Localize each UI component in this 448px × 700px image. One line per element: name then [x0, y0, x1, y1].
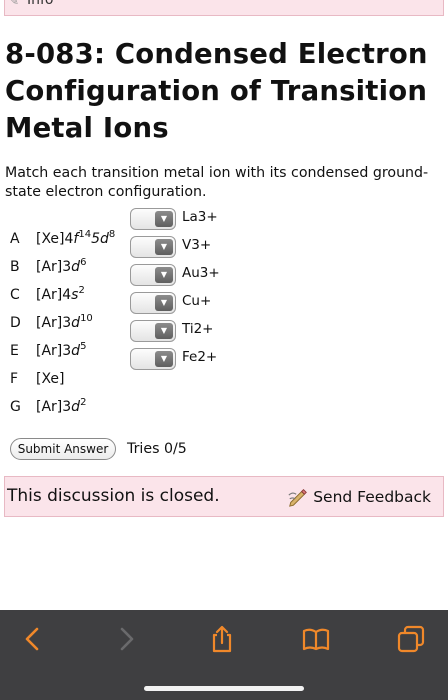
ion-match-row: ▼ Au3+: [130, 261, 310, 286]
ion-select-dropdown[interactable]: ▼: [130, 320, 176, 342]
dropdown-arrow-icon: ▼: [155, 267, 173, 283]
page-title: 8-083: Condensed Electron Configuration …: [5, 38, 428, 144]
browser-toolbar: [0, 610, 448, 700]
ion-match-row: ▼ Ti2+: [130, 317, 310, 342]
ion-label: Ti2+: [182, 321, 214, 337]
option-formula: [Ar]3d2: [36, 397, 87, 416]
send-feedback-link[interactable]: Send Feedback: [287, 485, 431, 509]
forward-icon[interactable]: [111, 624, 141, 654]
option-letter: C: [10, 287, 20, 303]
ion-select-dropdown[interactable]: ▼: [130, 264, 176, 286]
ion-label: Au3+: [182, 265, 220, 281]
option-letter: D: [10, 315, 21, 331]
send-feedback-label: Send Feedback: [313, 488, 431, 506]
ion-label: La3+: [182, 209, 218, 225]
dropdown-arrow-icon: ▼: [155, 211, 173, 227]
dropdown-arrow-icon: ▼: [155, 323, 173, 339]
top-info-banner: ✎ Info: [4, 0, 444, 16]
option-formula: [Ar]3d5: [36, 341, 87, 360]
info-banner-label: Info: [27, 0, 54, 8]
ion-select-dropdown[interactable]: ▼: [130, 348, 176, 370]
option-formula: [Ar]3d6: [36, 257, 87, 276]
option-formula: [Xe]: [36, 371, 65, 387]
ion-match-row: ▼ Cu+: [130, 289, 310, 314]
option-letter: E: [10, 343, 19, 359]
ion-label: Fe2+: [182, 349, 218, 365]
dropdown-arrow-icon: ▼: [155, 295, 173, 311]
tries-counter: Tries 0/5: [127, 441, 187, 457]
option-letter: B: [10, 259, 20, 275]
ion-match-row: ▼ La3+: [130, 205, 310, 230]
tabs-icon[interactable]: [396, 624, 426, 654]
ion-match-row: ▼ Fe2+: [130, 345, 310, 370]
share-icon[interactable]: [207, 624, 237, 654]
option-formula: [Ar]3d10: [36, 313, 93, 332]
option-letter: F: [10, 371, 19, 387]
ion-label: V3+: [182, 237, 212, 253]
back-icon[interactable]: [18, 624, 48, 654]
feedback-pencil-icon: [288, 489, 308, 507]
ion-select-dropdown[interactable]: ▼: [130, 208, 176, 230]
bookmarks-icon[interactable]: [301, 624, 331, 654]
info-book-icon: ✎: [9, 0, 20, 8]
question-instructions: Match each transition metal ion with its…: [5, 165, 429, 200]
option-letter: G: [10, 399, 21, 415]
dropdown-arrow-icon: ▼: [155, 351, 173, 367]
ion-label: Cu+: [182, 293, 212, 309]
home-indicator: [144, 686, 304, 691]
submit-answer-button[interactable]: Submit Answer: [10, 438, 116, 460]
option-formula: [Xe]4f145d8: [36, 229, 116, 248]
ion-select-dropdown[interactable]: ▼: [130, 236, 176, 258]
dropdown-arrow-icon: ▼: [155, 239, 173, 255]
discussion-closed-text: This discussion is closed.: [7, 486, 220, 506]
ion-match-row: ▼ V3+: [130, 233, 310, 258]
discussion-closed-bar: This discussion is closed. Send Feedback: [4, 476, 444, 517]
ion-select-dropdown[interactable]: ▼: [130, 292, 176, 314]
option-formula: [Ar]4s2: [36, 285, 85, 304]
option-letter: A: [10, 231, 20, 247]
